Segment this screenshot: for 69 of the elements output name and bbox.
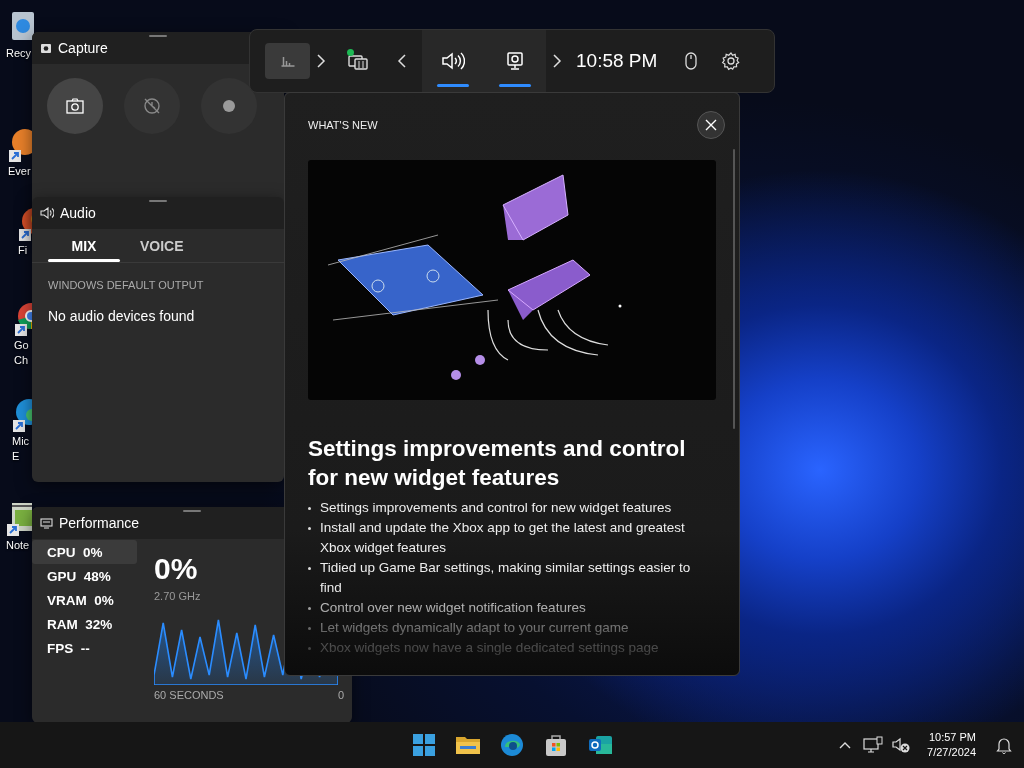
- chevron-up-icon: [838, 740, 853, 750]
- panel-title: WHAT'S NEW: [308, 119, 378, 131]
- monitor-icon: [863, 736, 884, 754]
- chart-icon: [280, 55, 295, 67]
- icon-label: E: [12, 449, 20, 464]
- icon-label: Go: [14, 338, 29, 353]
- section-label: WINDOWS DEFAULT OUTPUT: [48, 279, 205, 291]
- icon-label: Ch: [14, 353, 29, 368]
- axis-label: 0: [337, 689, 344, 701]
- usage-value: 0%: [154, 552, 198, 586]
- bullet-text: Let widgets dynamically adapt to your current game: [320, 619, 629, 637]
- stat-item[interactable]: GPU 48%: [32, 564, 137, 588]
- rewind-clock-icon: [142, 96, 162, 116]
- bullet-icon: [308, 527, 311, 530]
- clock-time: 10:58 PM: [576, 50, 658, 72]
- swirl-logo-icon: [499, 732, 525, 758]
- speaker-icon: [441, 51, 465, 71]
- clock-time: 10:57 PM: [928, 730, 976, 745]
- chevron-right-icon: [552, 53, 562, 69]
- stat-item[interactable]: FPS --: [32, 636, 137, 660]
- bullet-text: Control over new widget notification features: [320, 599, 586, 617]
- window-title: Audio: [60, 205, 96, 221]
- app-shortcut-icon[interactable]: [8, 126, 32, 164]
- taskbar-app-button[interactable]: [543, 732, 569, 758]
- shopping-bag-icon: [543, 732, 569, 758]
- article-heading: Settings improvements and control for new widget features: [308, 435, 687, 492]
- stat-item[interactable]: RAM 32%: [32, 612, 137, 636]
- bullet-icon: [308, 647, 311, 650]
- empty-message: No audio devices found: [48, 308, 196, 324]
- icon-label: Note: [6, 538, 30, 553]
- time-span-label: 60 SECONDS: [154, 689, 224, 701]
- window-title: Performance: [59, 515, 140, 531]
- four-squares-icon: [411, 732, 437, 758]
- icon-label: Recy: [6, 46, 32, 61]
- speaker-icon: [40, 207, 54, 219]
- close-button[interactable]: [697, 111, 725, 139]
- tab[interactable]: MIX: [48, 229, 120, 262]
- stat-item[interactable]: CPU 0%: [32, 540, 137, 564]
- screenshot-button[interactable]: [47, 78, 103, 134]
- chevron-right-icon: [316, 53, 326, 69]
- stat-item[interactable]: VRAM 0%: [32, 588, 137, 612]
- bullet-text: Tidied up Game Bar settings, making similar settings easier to find: [320, 559, 692, 597]
- bullet-icon: [308, 627, 311, 630]
- bullet-icon: [308, 607, 311, 610]
- bullet-icon: [308, 507, 311, 510]
- tab[interactable]: VOICE: [120, 229, 204, 262]
- icon-label: Ever: [8, 164, 31, 179]
- taskbar-app-button[interactable]: [411, 732, 437, 758]
- camera-icon: [65, 96, 85, 116]
- bell-icon: [996, 736, 1012, 754]
- webcam-icon: [506, 51, 524, 71]
- bullet-icon: [308, 567, 311, 570]
- camera-icon: [40, 42, 52, 54]
- mouse-icon: [684, 51, 699, 71]
- bullet-text: Install and update the Xbox app to get the latest and greatest Xbox widget features: [320, 519, 686, 557]
- clock-button[interactable]: 10:57 PM 7/27/2024: [915, 730, 984, 760]
- frequency-label: 2.70 GHz: [154, 590, 201, 602]
- speaker-muted-icon: [891, 736, 912, 754]
- settings-icon: [721, 51, 742, 71]
- window-title: Capture: [58, 40, 108, 56]
- icon-label: Mic: [12, 434, 30, 449]
- bullet-text: Settings improvements and control for new widget features: [320, 499, 672, 517]
- widget-menu-button[interactable]: [265, 43, 310, 79]
- icon-label: Fi: [18, 243, 28, 258]
- close-icon: [705, 119, 717, 131]
- monitor-icon: [40, 517, 53, 529]
- clock-date: 7/27/2024: [927, 745, 976, 760]
- chevron-left-icon: [397, 53, 407, 69]
- taskbar-app-button[interactable]: [499, 732, 525, 758]
